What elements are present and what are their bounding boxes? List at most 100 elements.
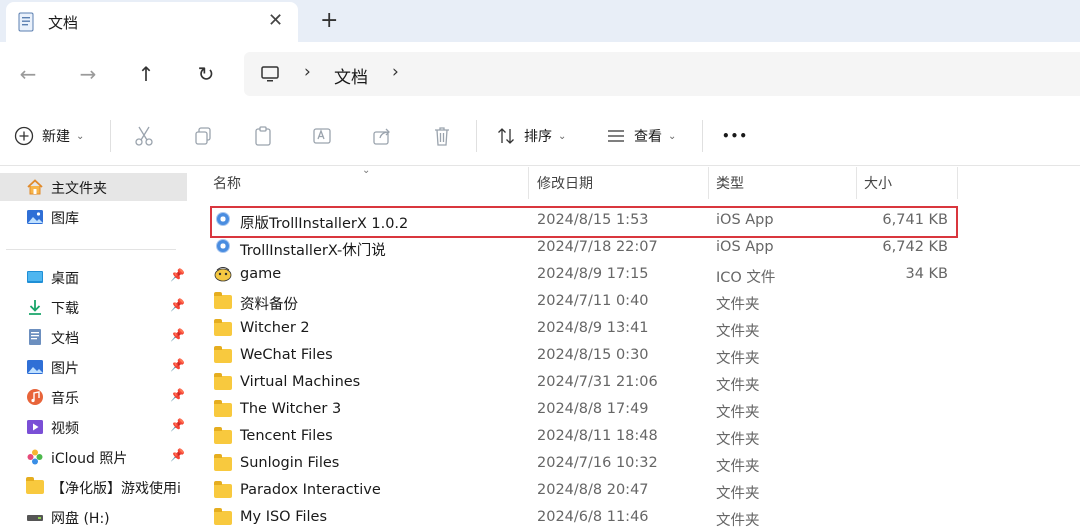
forward-arrow-icon[interactable]: →: [76, 62, 100, 86]
pictures-icon: [27, 360, 43, 374]
sidebar-item-pictures[interactable]: 图片 📌: [0, 353, 187, 381]
file-type: 文件夹: [716, 405, 760, 421]
file-date: 2024/8/8 17:49: [537, 401, 649, 417]
table-row[interactable]: Witcher 2 2024/8/9 13:41 文件夹: [196, 315, 1080, 342]
copy-button[interactable]: [193, 124, 213, 148]
this-pc-icon[interactable]: [260, 64, 280, 84]
more-options-button[interactable]: •••: [722, 124, 748, 148]
sidebar-item-label: 视频: [51, 421, 79, 437]
column-header-date[interactable]: 修改日期: [537, 173, 593, 193]
delete-button[interactable]: [432, 124, 452, 148]
file-date: 2024/8/9 13:41: [537, 320, 649, 336]
file-name: The Witcher 3: [240, 401, 342, 417]
close-icon[interactable]: ✕: [268, 10, 283, 32]
file-type: 文件夹: [716, 486, 760, 502]
file-type: iOS App: [716, 239, 774, 255]
view-button[interactable]: 查看 ⌄: [606, 124, 676, 148]
sidebar-item-folder[interactable]: 【净化版】游戏使用i: [0, 473, 187, 501]
file-date: 2024/8/15 1:53: [537, 212, 649, 228]
sidebar-item-label: 网盘 (H:): [51, 511, 110, 527]
table-row[interactable]: Virtual Machines 2024/7/31 21:06 文件夹: [196, 369, 1080, 396]
address-bar[interactable]: › 文档 ›: [244, 52, 1080, 96]
pin-icon[interactable]: 📌: [170, 298, 185, 312]
chevron-down-icon: ⌄: [558, 130, 567, 142]
breadcrumb-separator[interactable]: ›: [392, 62, 399, 82]
new-label: 新建: [42, 129, 70, 145]
sidebar-item-label: 图片: [51, 361, 79, 377]
tab-title: 文档: [48, 14, 79, 32]
folder-icon: [214, 400, 232, 417]
pin-icon[interactable]: 📌: [170, 418, 185, 432]
file-name: My ISO Files: [240, 509, 328, 525]
back-arrow-icon[interactable]: ←: [16, 62, 40, 86]
sidebar-item-downloads[interactable]: 下载 📌: [0, 293, 187, 321]
column-separator[interactable]: [856, 167, 857, 199]
up-arrow-icon[interactable]: ↑: [134, 62, 158, 86]
column-separator[interactable]: [708, 167, 709, 199]
document-icon: [18, 12, 34, 32]
table-row[interactable]: Paradox Interactive 2024/8/8 20:47 文件夹: [196, 477, 1080, 504]
drive-icon: [27, 515, 43, 521]
plus-circle-icon: [14, 126, 34, 146]
refresh-icon[interactable]: ↻: [194, 62, 218, 86]
icloud-photos-icon: [27, 449, 43, 465]
sidebar-item-label: 音乐: [51, 391, 79, 407]
pin-icon[interactable]: 📌: [170, 328, 185, 342]
pin-icon[interactable]: 📌: [170, 448, 185, 462]
rename-button[interactable]: [312, 124, 334, 148]
tab-documents[interactable]: 文档 ✕: [6, 2, 298, 42]
table-row[interactable]: 资料备份 2024/7/11 0:40 文件夹: [196, 288, 1080, 315]
sidebar-item-music[interactable]: 音乐 📌: [0, 383, 187, 411]
view-label: 查看: [634, 129, 662, 145]
new-tab-button[interactable]: +: [320, 8, 338, 34]
desktop-icon: [27, 271, 43, 283]
column-separator[interactable]: [957, 167, 958, 199]
file-date: 2024/7/31 21:06: [537, 374, 658, 390]
file-name: game: [240, 266, 282, 282]
paste-button[interactable]: [253, 124, 273, 148]
sidebar-item-drive-h[interactable]: 网盘 (H:): [0, 503, 187, 527]
column-separator[interactable]: [528, 167, 529, 199]
video-icon: [27, 420, 43, 434]
table-row[interactable]: 原版TrollInstallerX 1.0.2 2024/8/15 1:53 iOS…: [196, 207, 1080, 234]
sidebar-item-gallery[interactable]: 图库: [0, 203, 187, 231]
table-row[interactable]: My ISO Files 2024/6/8 11:46 文件夹: [196, 504, 1080, 527]
file-date: 2024/7/16 10:32: [537, 455, 658, 471]
pin-icon[interactable]: 📌: [170, 268, 185, 282]
column-header-type[interactable]: 类型: [716, 173, 744, 193]
sidebar-item-videos[interactable]: 视频 📌: [0, 413, 187, 441]
column-header-size[interactable]: 大小: [864, 173, 892, 193]
breadcrumb-documents[interactable]: 文档: [334, 63, 368, 88]
share-button[interactable]: [372, 124, 392, 148]
cut-button[interactable]: [134, 124, 154, 148]
table-row[interactable]: WeChat Files 2024/8/15 0:30 文件夹: [196, 342, 1080, 369]
download-icon: [29, 300, 41, 315]
file-list: ⌄ 名称 修改日期 类型 大小 原版TrollInstallerX 1.0.2 2…: [196, 165, 1080, 527]
gallery-icon: [27, 210, 43, 224]
sort-button[interactable]: 排序 ⌄: [496, 124, 566, 148]
file-date: 2024/6/8 11:46: [537, 509, 649, 525]
share-icon: [373, 128, 390, 145]
new-button[interactable]: 新建 ⌄: [14, 124, 84, 148]
table-row[interactable]: Tencent Files 2024/8/11 18:48 文件夹: [196, 423, 1080, 450]
folder-icon: [214, 427, 232, 444]
tab-bar: 文档 ✕ +: [0, 0, 1080, 42]
pin-icon[interactable]: 📌: [170, 358, 185, 372]
table-row[interactable]: The Witcher 3 2024/8/8 17:49 文件夹: [196, 396, 1080, 423]
sidebar-item-icloud-photos[interactable]: iCloud 照片 📌: [0, 443, 187, 471]
pin-icon[interactable]: 📌: [170, 388, 185, 402]
navigation-bar: ← → ↑ ↻ › 文档 ›: [0, 42, 1080, 106]
file-size: 34 KB: [905, 266, 948, 282]
column-header-name[interactable]: 名称: [213, 173, 241, 193]
table-row[interactable]: TrollInstallerX-休门说 2024/7/18 22:07 iOS Ap…: [196, 234, 1080, 261]
table-row[interactable]: game 2024/8/9 17:15 ICO 文件 34 KB: [196, 261, 1080, 288]
sidebar-item-desktop[interactable]: 桌面 📌: [0, 263, 187, 291]
file-date: 2024/8/9 17:15: [537, 266, 649, 282]
scissors-icon: [135, 126, 153, 146]
breadcrumb-separator[interactable]: ›: [304, 62, 311, 82]
folder-icon: [214, 481, 232, 498]
sidebar-item-home[interactable]: 主文件夹: [0, 173, 187, 201]
divider: [110, 120, 111, 152]
table-row[interactable]: Sunlogin Files 2024/7/16 10:32 文件夹: [196, 450, 1080, 477]
sidebar-item-documents[interactable]: 文档 📌: [0, 323, 187, 351]
